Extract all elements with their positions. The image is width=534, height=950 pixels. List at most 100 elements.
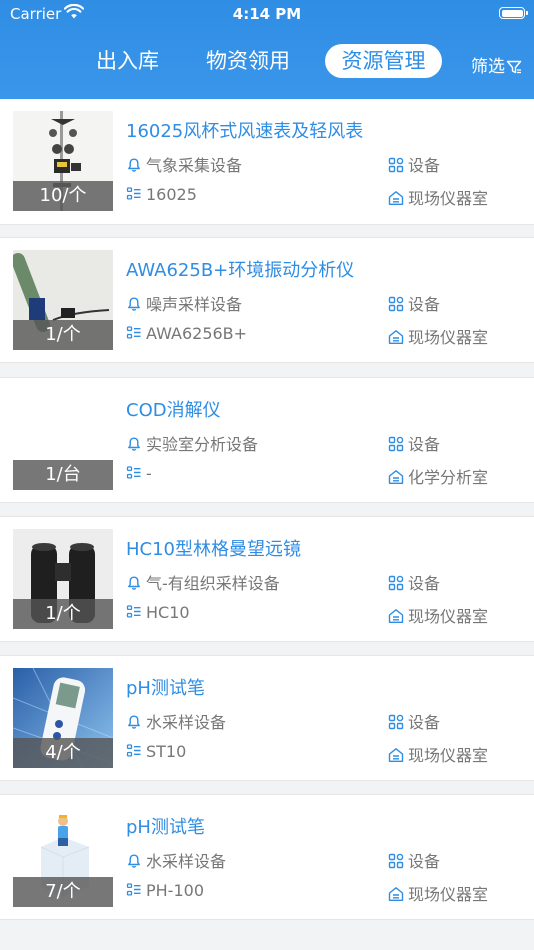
list-item[interactable]: 1/个 AWA625B+环境振动分析仪 噪声采样设备 设备 AWA6256B+ … (0, 237, 534, 363)
model-text: AWA6256B+ (146, 324, 248, 343)
filter-button[interactable]: 筛选 (471, 52, 522, 77)
item-category: 噪声采样设备 (126, 291, 242, 315)
list-item[interactable]: 1/台 COD消解仪 实验室分析设备 设备 - 化学分析室 (0, 377, 534, 503)
item-thumbnail: 7/个 (13, 807, 113, 907)
item-type: 设备 (388, 291, 440, 315)
tab-material-requisition[interactable]: 物资领用 (206, 44, 290, 78)
bell-icon (126, 853, 142, 869)
tab-bar: 出入库 物资领用 资源管理 筛选 (0, 44, 534, 80)
location-text: 现场仪器室 (408, 328, 489, 347)
bell-icon (126, 436, 142, 452)
item-title: 16025风杯式风速表及轻风表 (126, 121, 364, 142)
model-text: 16025 (146, 185, 197, 204)
item-location: 现场仪器室 (388, 324, 488, 348)
item-type: 设备 (388, 431, 440, 455)
item-title: pH测试笔 (126, 817, 205, 838)
category-text: 气-有组织采样设备 (146, 574, 280, 593)
quantity-badge: 1/台 (13, 460, 113, 490)
list-icon (126, 882, 142, 898)
home-icon (388, 886, 404, 902)
item-type: 设备 (388, 152, 440, 176)
type-text: 设备 (408, 156, 441, 175)
model-text: - (146, 464, 152, 483)
status-time: 4:14 PM (232, 5, 302, 23)
type-text: 设备 (408, 713, 441, 732)
home-icon (388, 608, 404, 624)
item-model: HC10 (126, 603, 190, 622)
location-text: 现场仪器室 (408, 746, 489, 765)
item-thumbnail: 10/个 (13, 111, 113, 211)
status-bar: Carrier 4:14 PM (0, 0, 534, 28)
list-item[interactable]: 7/个 pH测试笔 水采样设备 设备 PH-100 现场仪器室 (0, 794, 534, 920)
type-text: 设备 (408, 295, 441, 314)
item-location: 现场仪器室 (388, 185, 488, 209)
item-type: 设备 (388, 709, 440, 733)
list-icon (126, 186, 142, 202)
item-type: 设备 (388, 848, 440, 872)
item-category: 气-有组织采样设备 (126, 570, 280, 594)
category-text: 气象采集设备 (146, 156, 243, 175)
bell-icon (126, 575, 142, 591)
item-title: AWA625B+环境振动分析仪 (126, 260, 355, 281)
item-thumbnail: 1/个 (13, 529, 113, 629)
tab-resource-management[interactable]: 资源管理 (325, 44, 442, 78)
model-text: HC10 (146, 603, 190, 622)
bell-icon (126, 714, 142, 730)
item-category: 水采样设备 (126, 848, 226, 872)
home-icon (388, 747, 404, 763)
quantity-badge: 4/个 (13, 738, 113, 768)
filter-label: 筛选 (471, 57, 505, 77)
list-item[interactable]: 10/个 16025风杯式风速表及轻风表 气象采集设备 设备 16025 现场仪… (0, 99, 534, 225)
grid-icon (388, 296, 404, 312)
item-model: PH-100 (126, 881, 204, 900)
item-category: 气象采集设备 (126, 152, 242, 176)
home-icon (388, 329, 404, 345)
item-model: - (126, 464, 152, 483)
bell-icon (126, 296, 142, 312)
grid-icon (388, 157, 404, 173)
item-thumbnail: 1/台 (13, 390, 113, 490)
grid-icon (388, 714, 404, 730)
list-icon (126, 604, 142, 620)
battery-icon (499, 7, 528, 19)
item-thumbnail: 1/个 (13, 250, 113, 350)
list-item[interactable]: 1/个 HC10型林格曼望远镜 气-有组织采样设备 设备 HC10 现场仪器室 (0, 516, 534, 642)
grid-icon (388, 575, 404, 591)
filter-icon (505, 57, 522, 77)
location-text: 现场仪器室 (408, 885, 489, 904)
item-location: 化学分析室 (388, 464, 488, 488)
bell-icon (126, 157, 142, 173)
quantity-badge: 1/个 (13, 320, 113, 350)
list-icon (126, 325, 142, 341)
item-title: COD消解仪 (126, 400, 221, 421)
top-header: Carrier 4:14 PM 出入库 物资领用 资源管理 筛选 (0, 0, 534, 99)
item-location: 现场仪器室 (388, 603, 488, 627)
location-text: 现场仪器室 (408, 607, 489, 626)
quantity-badge: 1/个 (13, 599, 113, 629)
list-icon (126, 465, 142, 481)
item-title: pH测试笔 (126, 678, 205, 699)
quantity-badge: 7/个 (13, 877, 113, 907)
tab-stock-in-out[interactable]: 出入库 (96, 44, 159, 78)
item-category: 实验室分析设备 (126, 431, 258, 455)
category-text: 水采样设备 (146, 713, 227, 732)
item-model: AWA6256B+ (126, 324, 247, 343)
model-text: ST10 (146, 742, 187, 761)
home-icon (388, 469, 404, 485)
location-text: 现场仪器室 (408, 189, 489, 208)
item-thumbnail: 4/个 (13, 668, 113, 768)
grid-icon (388, 853, 404, 869)
item-location: 现场仪器室 (388, 742, 488, 766)
category-text: 噪声采样设备 (146, 295, 243, 314)
type-text: 设备 (408, 852, 441, 871)
type-text: 设备 (408, 574, 441, 593)
grid-icon (388, 436, 404, 452)
category-text: 水采样设备 (146, 852, 227, 871)
item-model: ST10 (126, 742, 186, 761)
location-text: 化学分析室 (408, 468, 489, 487)
item-model: 16025 (126, 185, 197, 204)
list-item[interactable]: 4/个 pH测试笔 水采样设备 设备 ST10 现场仪器室 (0, 655, 534, 781)
quantity-badge: 10/个 (13, 181, 113, 211)
type-text: 设备 (408, 435, 441, 454)
item-category: 水采样设备 (126, 709, 226, 733)
